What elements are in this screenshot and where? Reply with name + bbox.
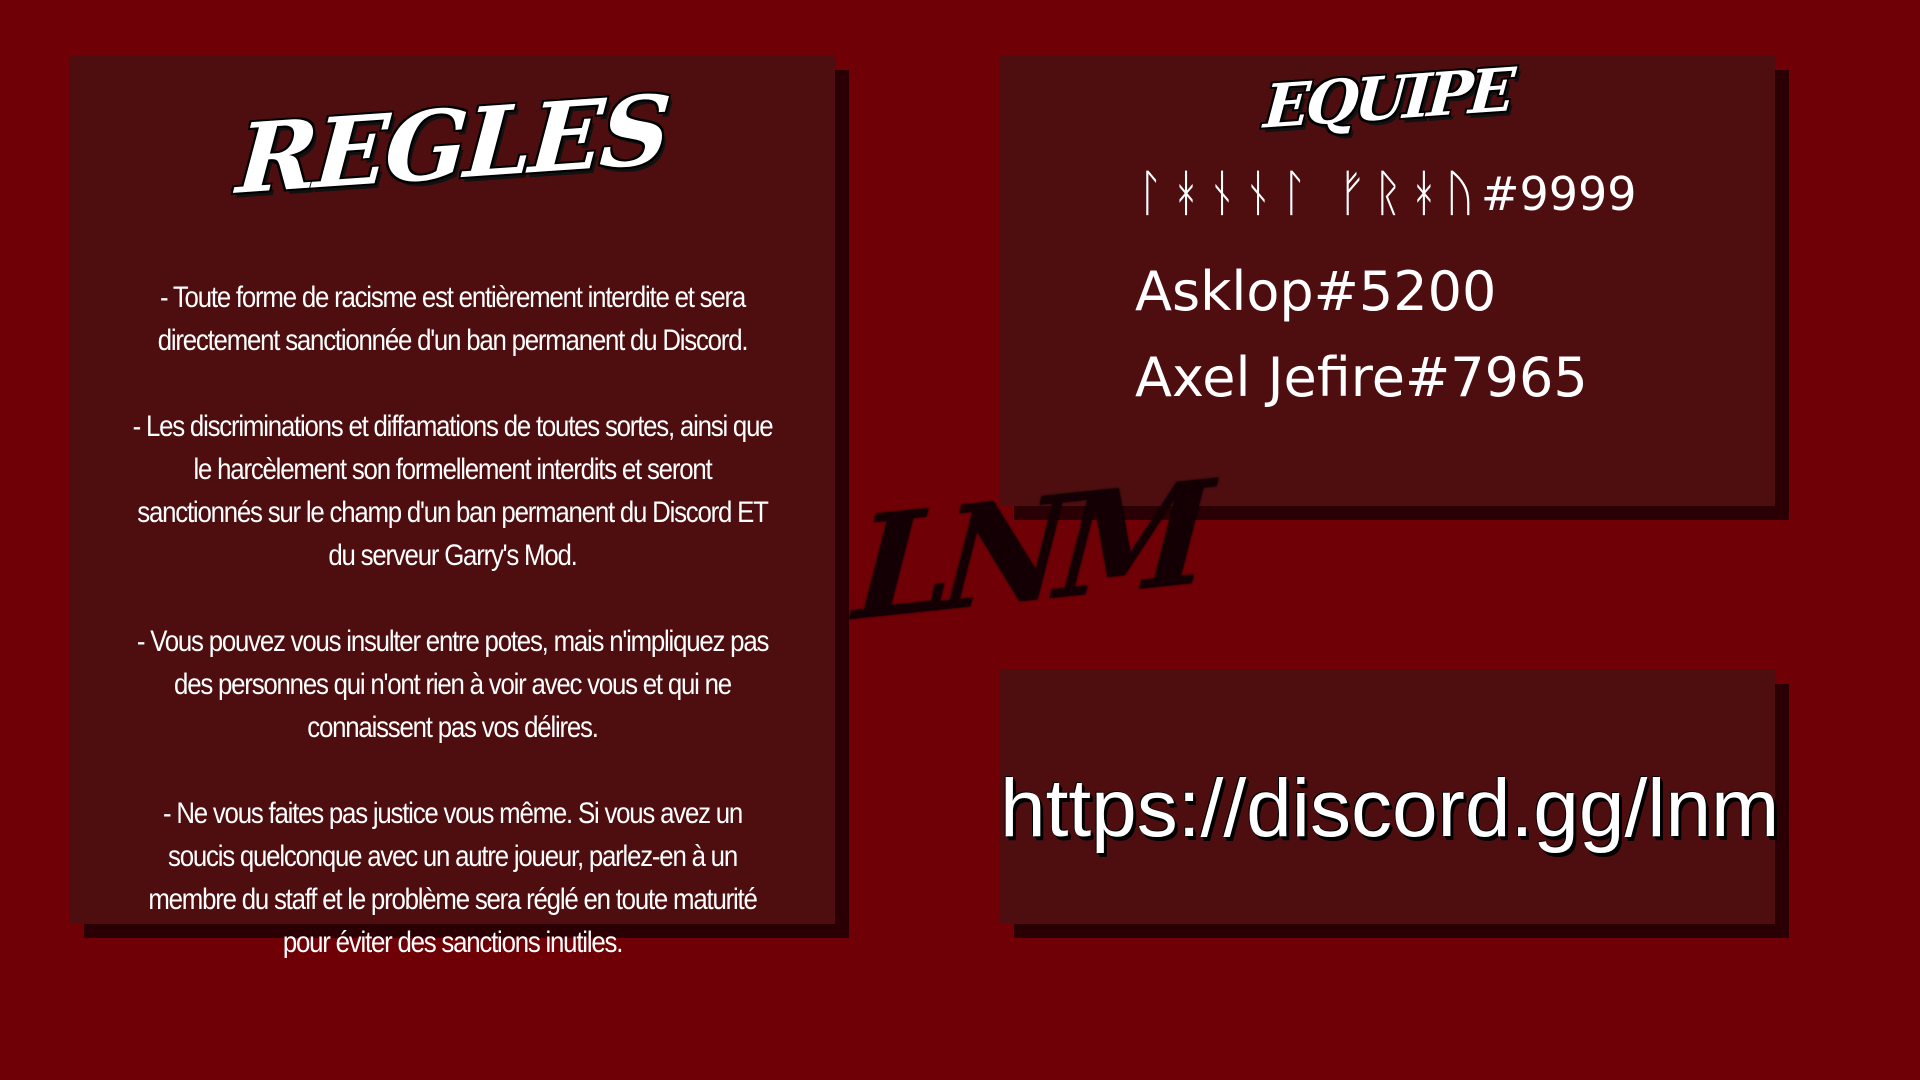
rule-item: - Les discriminations et diffamations de… (132, 410, 774, 572)
member-name: Asklop (1135, 260, 1314, 323)
invite-panel: https://discord.gg/lnm (1000, 670, 1779, 924)
member-name: ᛚᚼᚾᚾᛚ ᚠᚱᚼᚢ (1135, 164, 1481, 222)
rules-list: - Toute forme de racisme est entièrement… (129, 276, 777, 1007)
rule-item: - Toute forme de racisme est entièrement… (157, 281, 749, 357)
team-title: EQUIPE (1261, 55, 1514, 143)
rules-title: REGLES (233, 73, 672, 216)
team-panel: EQUIPE ᛚᚼᚾᚾᛚ ᚠᚱᚼᚢ#9999 Asklop#5200 Axel … (1000, 56, 1775, 506)
team-member: Asklop#5200 (1135, 260, 1496, 323)
team-member: Axel Jefire#7965 (1135, 346, 1588, 409)
member-tag: #5200 (1313, 260, 1497, 323)
member-name: Axel Jefire (1135, 346, 1406, 409)
rule-item: - Ne vous faites pas justice vous même. … (148, 797, 757, 959)
member-tag: #7965 (1405, 346, 1588, 409)
discord-invite-link[interactable]: https://discord.gg/lnm (1000, 762, 1779, 856)
team-member: ᛚᚼᚾᚾᛚ ᚠᚱᚼᚢ#9999 (1135, 164, 1637, 222)
rule-item: - Vous pouvez vous insulter entre potes,… (136, 625, 770, 744)
lnm-logo: LNM (850, 450, 1206, 654)
member-tag: #9999 (1480, 167, 1637, 221)
rules-panel: REGLES - Toute forme de racisme est enti… (70, 56, 835, 959)
